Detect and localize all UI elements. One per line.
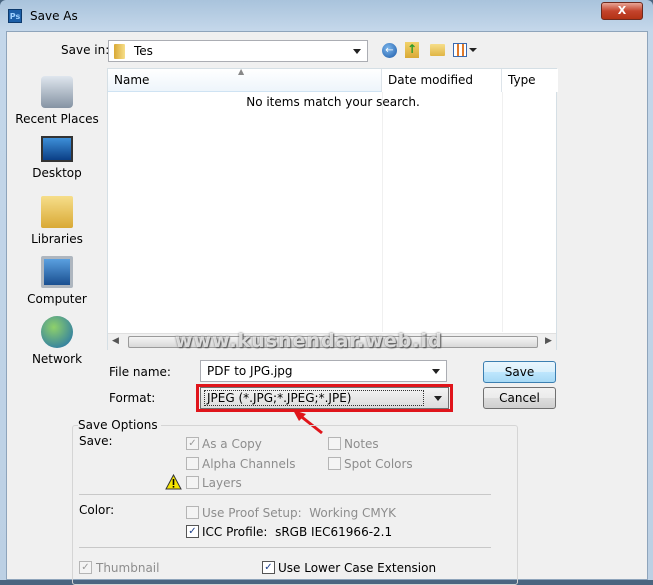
file-name-label: File name: <box>109 365 171 379</box>
place-computer[interactable]: Computer <box>14 256 100 306</box>
window-title: Save As <box>30 9 78 23</box>
watermark: www.kusnendar.web.id <box>175 330 443 352</box>
format-select[interactable]: JPEG (*.JPG;*.JPEG;*.JPE) <box>200 387 449 409</box>
up-folder-icon[interactable]: ↑ <box>405 42 419 58</box>
back-icon[interactable]: ← <box>382 43 397 58</box>
chevron-down-icon[interactable] <box>434 396 442 401</box>
thumbnail-label: Thumbnail <box>96 561 160 575</box>
alpha-channels-label: Alpha Channels <box>202 457 296 471</box>
divider <box>79 547 491 548</box>
network-icon <box>41 316 73 348</box>
spot-colors-label: Spot Colors <box>344 457 413 471</box>
as-a-copy-checkbox[interactable]: ✓ <box>186 437 199 450</box>
lower-case-extension-label: Use Lower Case Extension <box>278 561 437 575</box>
column-header-type[interactable]: Type <box>502 69 558 92</box>
save-in-label: Save in: <box>61 43 110 57</box>
place-label: Network <box>31 352 83 366</box>
sort-ascending-icon: ▲ <box>238 67 245 76</box>
save-in-value: Tes <box>134 44 153 58</box>
color-label: Color: <box>79 503 115 517</box>
icc-profile-label: ICC Profile: sRGB IEC61966-2.1 <box>202 525 393 539</box>
chevron-down-icon[interactable] <box>432 369 440 374</box>
view-menu-icon[interactable] <box>453 43 477 57</box>
notes-label: Notes <box>344 437 379 451</box>
column-header-name[interactable]: Name <box>108 69 382 92</box>
format-value: JPEG (*.JPG;*.JPEG;*.JPE) <box>204 390 424 406</box>
close-button[interactable]: X <box>601 2 643 20</box>
place-label: Recent Places <box>15 112 99 126</box>
lower-case-extension-checkbox[interactable]: ✓ <box>262 561 275 574</box>
column-header-date-modified[interactable]: Date modified <box>382 69 502 92</box>
save-button[interactable]: Save <box>483 361 556 383</box>
cancel-button[interactable]: Cancel <box>483 387 556 409</box>
place-recent-places[interactable]: Recent Places <box>14 76 100 126</box>
place-desktop[interactable]: Desktop <box>14 136 100 180</box>
use-proof-setup-checkbox[interactable] <box>186 506 199 519</box>
as-a-copy-label: As a Copy <box>202 437 262 451</box>
save-options-title: Save Options <box>78 418 161 432</box>
chevron-down-icon <box>353 49 361 54</box>
spot-colors-checkbox[interactable] <box>328 457 341 470</box>
warning-icon <box>165 474 182 490</box>
file-name-value: PDF to JPG.jpg <box>207 364 293 378</box>
file-name-input[interactable]: PDF to JPG.jpg <box>200 360 447 382</box>
notes-checkbox[interactable] <box>328 437 341 450</box>
save-label: Save: <box>79 434 113 448</box>
place-network[interactable]: Network <box>14 316 100 366</box>
photoshop-app-icon: Ps <box>8 9 22 23</box>
place-label: Desktop <box>32 166 82 180</box>
computer-icon <box>41 256 73 288</box>
folder-icon <box>114 44 125 59</box>
libraries-icon <box>41 196 73 228</box>
empty-message: No items match your search. <box>246 95 420 109</box>
layers-checkbox[interactable] <box>186 476 199 489</box>
use-proof-setup-label: Use Proof Setup: Working CMYK <box>202 506 396 520</box>
format-label: Format: <box>109 391 156 405</box>
place-libraries[interactable]: Libraries <box>14 196 100 246</box>
place-label: Libraries <box>31 232 83 246</box>
scroll-right-icon[interactable]: ▶ <box>545 336 552 346</box>
layers-label: Layers <box>202 476 242 490</box>
save-in-combo[interactable]: Tes <box>108 40 368 62</box>
divider <box>79 494 491 495</box>
place-label: Computer <box>27 292 87 306</box>
thumbnail-checkbox[interactable]: ✓ <box>79 561 92 574</box>
places-bar: Recent Places Desktop Libraries Computer… <box>14 68 102 368</box>
scroll-left-icon[interactable]: ◀ <box>112 336 119 346</box>
new-folder-icon[interactable] <box>430 44 445 56</box>
alpha-channels-checkbox[interactable] <box>186 457 199 470</box>
desktop-icon <box>41 136 73 162</box>
icc-profile-checkbox[interactable]: ✓ <box>186 525 199 538</box>
file-list[interactable]: Name ▲ Date modified Type No items match… <box>107 67 558 350</box>
recent-places-icon <box>41 76 73 108</box>
